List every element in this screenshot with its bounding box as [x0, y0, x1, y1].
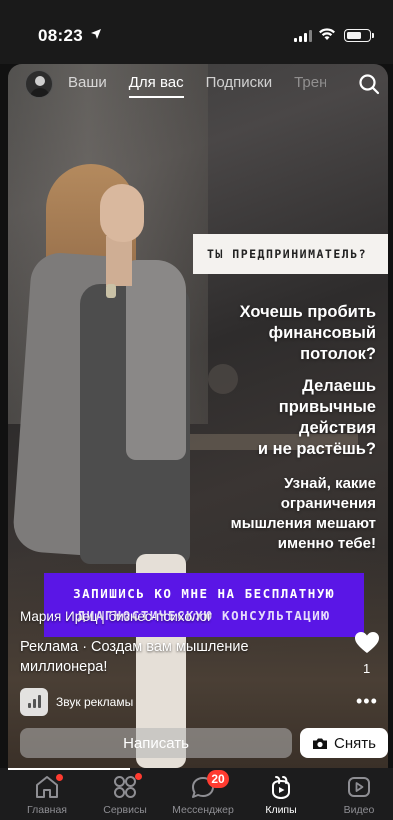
- video-text-line: потолок?: [300, 345, 376, 363]
- person-blazer-right: [126, 260, 186, 460]
- feed-tabs: Ваши Для вас Подписки Тренд: [68, 74, 326, 98]
- sound-bars-icon: [20, 688, 48, 716]
- like-count: 1: [363, 661, 371, 676]
- clip-video[interactable]: Ваши Для вас Подписки Тренд ТЫ ПРЕДПРИНИ…: [8, 64, 388, 768]
- video-text-line: и не растёшь?: [257, 440, 376, 458]
- person-pendant: [106, 284, 116, 298]
- video-text-line: Хочешь пробить: [239, 303, 376, 321]
- status-time: 08:23: [38, 26, 83, 45]
- tab-yours[interactable]: Ваши: [68, 74, 107, 91]
- chat-icon: 20: [189, 770, 229, 800]
- more-options-icon[interactable]: •••: [356, 692, 378, 710]
- location-arrow-icon: [91, 29, 101, 39]
- author-name[interactable]: Мария Ирец | бизнес-психолог: [20, 609, 212, 624]
- shoot-clip-button[interactable]: Снять: [300, 728, 388, 758]
- status-bar: 08:23: [0, 0, 393, 64]
- video-text-line: именно тебе!: [277, 535, 376, 552]
- nav-divider: [8, 768, 130, 770]
- write-message-button[interactable]: Написать: [20, 728, 292, 758]
- cellular-signal-icon: [294, 30, 312, 42]
- tab-trends[interactable]: Тренд: [294, 74, 326, 91]
- wifi-icon: [319, 28, 335, 40]
- video-text-line: мышления мешают: [230, 515, 376, 532]
- video-headline: ТЫ ПРЕДПРИНИМАТЕЛЬ?: [193, 234, 388, 274]
- video-text-block-2: Делаешь привычные действия и не растёшь?: [258, 376, 376, 460]
- nav-label: Сервисы: [103, 804, 147, 816]
- nav-item-home[interactable]: Главная: [8, 774, 86, 816]
- camera-icon: [313, 738, 328, 749]
- notification-dot: [135, 773, 142, 780]
- person-face: [100, 184, 144, 242]
- video-text-line: Делаешь: [302, 377, 376, 395]
- nav-item-clips[interactable]: Клипы: [242, 774, 320, 816]
- shoot-clip-label: Снять: [334, 734, 376, 752]
- video-text-line: Узнай, какие: [284, 475, 376, 492]
- nav-item-video[interactable]: Видео: [320, 774, 393, 816]
- video-text-block-3: Узнай, какие ограничения мышления мешают…: [231, 474, 376, 554]
- nav-label: Видео: [343, 804, 375, 816]
- unread-badge: 20: [207, 770, 229, 788]
- nav-label: Мессенджер: [172, 804, 234, 816]
- nav-label: Клипы: [265, 804, 297, 816]
- ad-description: Реклама · Создам вам мышление миллионера…: [20, 639, 249, 675]
- cta-line-1: ЗАПИШИСЬ КО МНЕ НА БЕСПЛАТНУЮ: [73, 586, 335, 601]
- sound-label: Звук рекламы: [56, 695, 134, 709]
- home-icon: [33, 774, 63, 800]
- grid-icon: [111, 773, 142, 800]
- heart-icon[interactable]: [354, 631, 380, 655]
- clips-icon: [267, 774, 295, 800]
- video-text-block-1: Хочешь пробить финансовый потолок?: [240, 302, 376, 365]
- tab-for-you[interactable]: Для вас: [128, 74, 184, 98]
- nav-item-messenger[interactable]: 20 Мессенджер: [164, 770, 242, 816]
- search-icon[interactable]: [358, 73, 380, 95]
- video-text-line: привычные: [278, 398, 376, 416]
- video-icon: [345, 774, 373, 800]
- device-frame: 08:23 Ваши Для вас Подписки Трен ТЫ ПРЕД…: [0, 0, 393, 820]
- background-lamp: [208, 364, 238, 394]
- video-text-line: ограничения: [280, 495, 376, 512]
- battery-icon: [344, 29, 374, 42]
- notification-dot: [56, 774, 63, 781]
- profile-avatar[interactable]: [25, 70, 53, 98]
- video-text-line: действия: [299, 419, 376, 437]
- tab-subscriptions[interactable]: Подписки: [206, 74, 273, 91]
- video-cta-banner: ЗАПИШИСЬ КО МНЕ НА БЕСПЛАТНУЮ ДИАГНОСТИЧ…: [44, 573, 364, 637]
- nav-label: Главная: [27, 804, 67, 816]
- person-neck: [106, 236, 132, 286]
- bottom-nav: Главная Сервисы 20 Мессенджер Клипы Виде…: [0, 768, 393, 820]
- nav-item-services[interactable]: Сервисы: [86, 773, 164, 816]
- video-text-line: финансовый: [268, 324, 376, 342]
- sound-row[interactable]: Звук рекламы: [20, 688, 133, 716]
